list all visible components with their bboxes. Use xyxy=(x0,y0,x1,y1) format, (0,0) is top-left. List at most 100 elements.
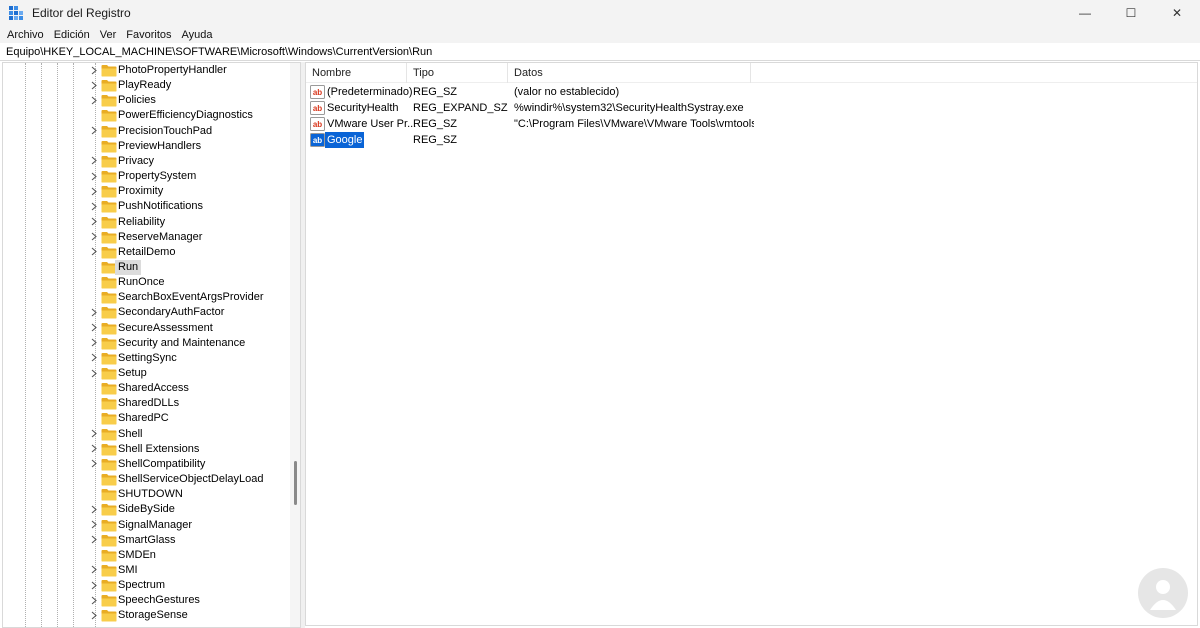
value-row[interactable]: ab (Predeterminado) REG_SZ (valor no establ… xyxy=(306,84,1197,100)
column-header-tipo[interactable]: Tipo xyxy=(407,63,508,83)
tree-item[interactable]: SpeechGestures xyxy=(3,593,293,608)
address-bar[interactable]: Equipo\HKEY_LOCAL_MACHINE\SOFTWARE\Micro… xyxy=(0,43,1200,61)
chevron-right-icon[interactable] xyxy=(89,79,99,91)
tree-item[interactable]: StorageSense xyxy=(3,608,293,623)
chevron-right-icon[interactable] xyxy=(89,170,99,182)
tree-item[interactable]: SettingSync xyxy=(3,351,293,366)
tree-item[interactable]: ReserveManager xyxy=(3,230,293,245)
tree-item[interactable]: PreviewHandlers xyxy=(3,139,293,154)
value-name: VMware User Pr... xyxy=(327,118,417,130)
tree-item[interactable]: SMDEn xyxy=(3,548,293,563)
chevron-right-icon[interactable] xyxy=(89,458,99,470)
column-header-datos[interactable]: Datos xyxy=(508,63,751,83)
tree-item[interactable]: PlayReady xyxy=(3,78,293,93)
string-value-icon: ab xyxy=(310,117,325,131)
tree-item[interactable]: Shell Extensions xyxy=(3,442,293,457)
tree-item[interactable]: Reliability xyxy=(3,215,293,230)
chevron-right-icon[interactable] xyxy=(89,200,99,212)
tree-item-label: Run xyxy=(115,259,142,275)
chevron-right-icon[interactable] xyxy=(89,519,99,531)
tree-item[interactable]: Spectrum xyxy=(3,578,293,593)
tree-scrollbar[interactable] xyxy=(290,63,300,627)
chevron-right-icon[interactable] xyxy=(89,64,99,76)
tree-item[interactable]: Setup xyxy=(3,366,293,381)
tree-item[interactable]: Policies xyxy=(3,93,293,108)
close-icon: ✕ xyxy=(1171,6,1183,20)
tree-item[interactable]: RetailDemo xyxy=(3,245,293,260)
value-name: (Predeterminado) xyxy=(327,86,413,98)
string-value-icon: ab xyxy=(310,85,325,99)
value-type: REG_EXPAND_SZ xyxy=(413,102,508,114)
tree-item-label: PrecisionTouchPad xyxy=(118,124,213,137)
menu-favoritos[interactable]: Favoritos xyxy=(121,29,176,41)
chevron-right-icon[interactable] xyxy=(89,231,99,243)
chevron-right-icon[interactable] xyxy=(89,322,99,334)
tree-item[interactable]: Security and Maintenance xyxy=(3,336,293,351)
value-row[interactable]: ab SecurityHealth REG_EXPAND_SZ %windir%\sy… xyxy=(306,100,1197,116)
tree-item[interactable]: PowerEfficiencyDiagnostics xyxy=(3,108,293,123)
tree-item[interactable]: Privacy xyxy=(3,154,293,169)
tree-item[interactable]: SideBySide xyxy=(3,502,293,517)
chevron-right-icon[interactable] xyxy=(89,609,99,621)
value-row[interactable]: ab VMware User Pr... REG_SZ "C:\Program Fil… xyxy=(306,116,1197,132)
chevron-right-icon[interactable] xyxy=(89,155,99,167)
tree-item[interactable]: RunOnce xyxy=(3,275,293,290)
tree-item[interactable]: PrecisionTouchPad xyxy=(3,124,293,139)
tree-item-label: Shell xyxy=(118,427,143,440)
close-button[interactable]: ✕ xyxy=(1154,0,1200,26)
tree-item[interactable]: SmartGlass xyxy=(3,533,293,548)
chevron-right-icon[interactable] xyxy=(89,564,99,576)
tree-item[interactable]: SharedAccess xyxy=(3,381,293,396)
tree-item[interactable]: Shell xyxy=(3,427,293,442)
chevron-right-icon[interactable] xyxy=(89,94,99,106)
tree-item[interactable]: Run xyxy=(3,259,293,275)
tree-item[interactable]: ShellServiceObjectDelayLoad xyxy=(3,472,293,487)
chevron-right-icon[interactable] xyxy=(89,352,99,364)
chevron-right-icon[interactable] xyxy=(89,534,99,546)
tree-item-label: SettingSync xyxy=(118,351,177,364)
tree-item[interactable]: SharedPC xyxy=(3,411,293,426)
chevron-right-icon[interactable] xyxy=(89,503,99,515)
tree-item[interactable]: SMI xyxy=(3,563,293,578)
tree-item[interactable]: ShellCompatibility xyxy=(3,457,293,472)
minimize-button[interactable]: — xyxy=(1062,0,1108,26)
tree-item-label: Security and Maintenance xyxy=(118,336,246,349)
tree-item[interactable]: SignalManager xyxy=(3,518,293,533)
chevron-right-icon[interactable] xyxy=(89,125,99,137)
tree-item[interactable]: SHUTDOWN xyxy=(3,487,293,502)
chevron-right-icon[interactable] xyxy=(89,594,99,606)
tree-item-label: SearchBoxEventArgsProvider xyxy=(118,291,264,304)
menu-ayuda[interactable]: Ayuda xyxy=(177,29,218,41)
tree-item[interactable]: SharedDLLs xyxy=(3,396,293,411)
tree-scroll-thumb[interactable] xyxy=(294,461,297,505)
chevron-right-icon[interactable] xyxy=(89,216,99,228)
string-value-icon: ab xyxy=(310,101,325,115)
tree-item[interactable]: SecondaryAuthFactor xyxy=(3,305,293,320)
maximize-button[interactable]: ☐ xyxy=(1108,0,1154,26)
chevron-right-icon[interactable] xyxy=(89,337,99,349)
menu-edicion[interactable]: Edición xyxy=(49,29,95,41)
chevron-right-icon[interactable] xyxy=(89,185,99,197)
key-tree-pane[interactable]: PhotoPropertyHandler PlayReady Policies Pow… xyxy=(2,62,301,628)
svg-text:ab: ab xyxy=(313,136,322,145)
menu-archivo[interactable]: Archivo xyxy=(2,29,49,41)
tree-item[interactable]: PhotoPropertyHandler xyxy=(3,63,293,78)
chevron-right-icon[interactable] xyxy=(89,579,99,591)
chevron-right-icon[interactable] xyxy=(89,428,99,440)
tree-item[interactable]: SearchBoxEventArgsProvider xyxy=(3,290,293,305)
tree-item[interactable]: PushNotifications xyxy=(3,199,293,214)
value-row[interactable]: ab Google REG_SZ xyxy=(306,132,1197,148)
chevron-right-icon[interactable] xyxy=(89,443,99,455)
value-data xyxy=(514,132,754,148)
tree-item[interactable]: PropertySystem xyxy=(3,169,293,184)
column-header-nombre[interactable]: Nombre xyxy=(306,63,407,83)
chevron-right-icon[interactable] xyxy=(89,246,99,258)
tree-item[interactable]: Proximity xyxy=(3,184,293,199)
chevron-right-icon[interactable] xyxy=(89,367,99,379)
tree-item[interactable]: SecureAssessment xyxy=(3,321,293,336)
values-list-pane[interactable]: Nombre Tipo Datos ab (Predeterminado) REG_… xyxy=(305,62,1198,626)
menu-ver[interactable]: Ver xyxy=(95,29,122,41)
tree-item-label: PreviewHandlers xyxy=(118,139,202,152)
window-title: Editor del Registro xyxy=(32,6,131,20)
chevron-right-icon[interactable] xyxy=(89,306,99,318)
